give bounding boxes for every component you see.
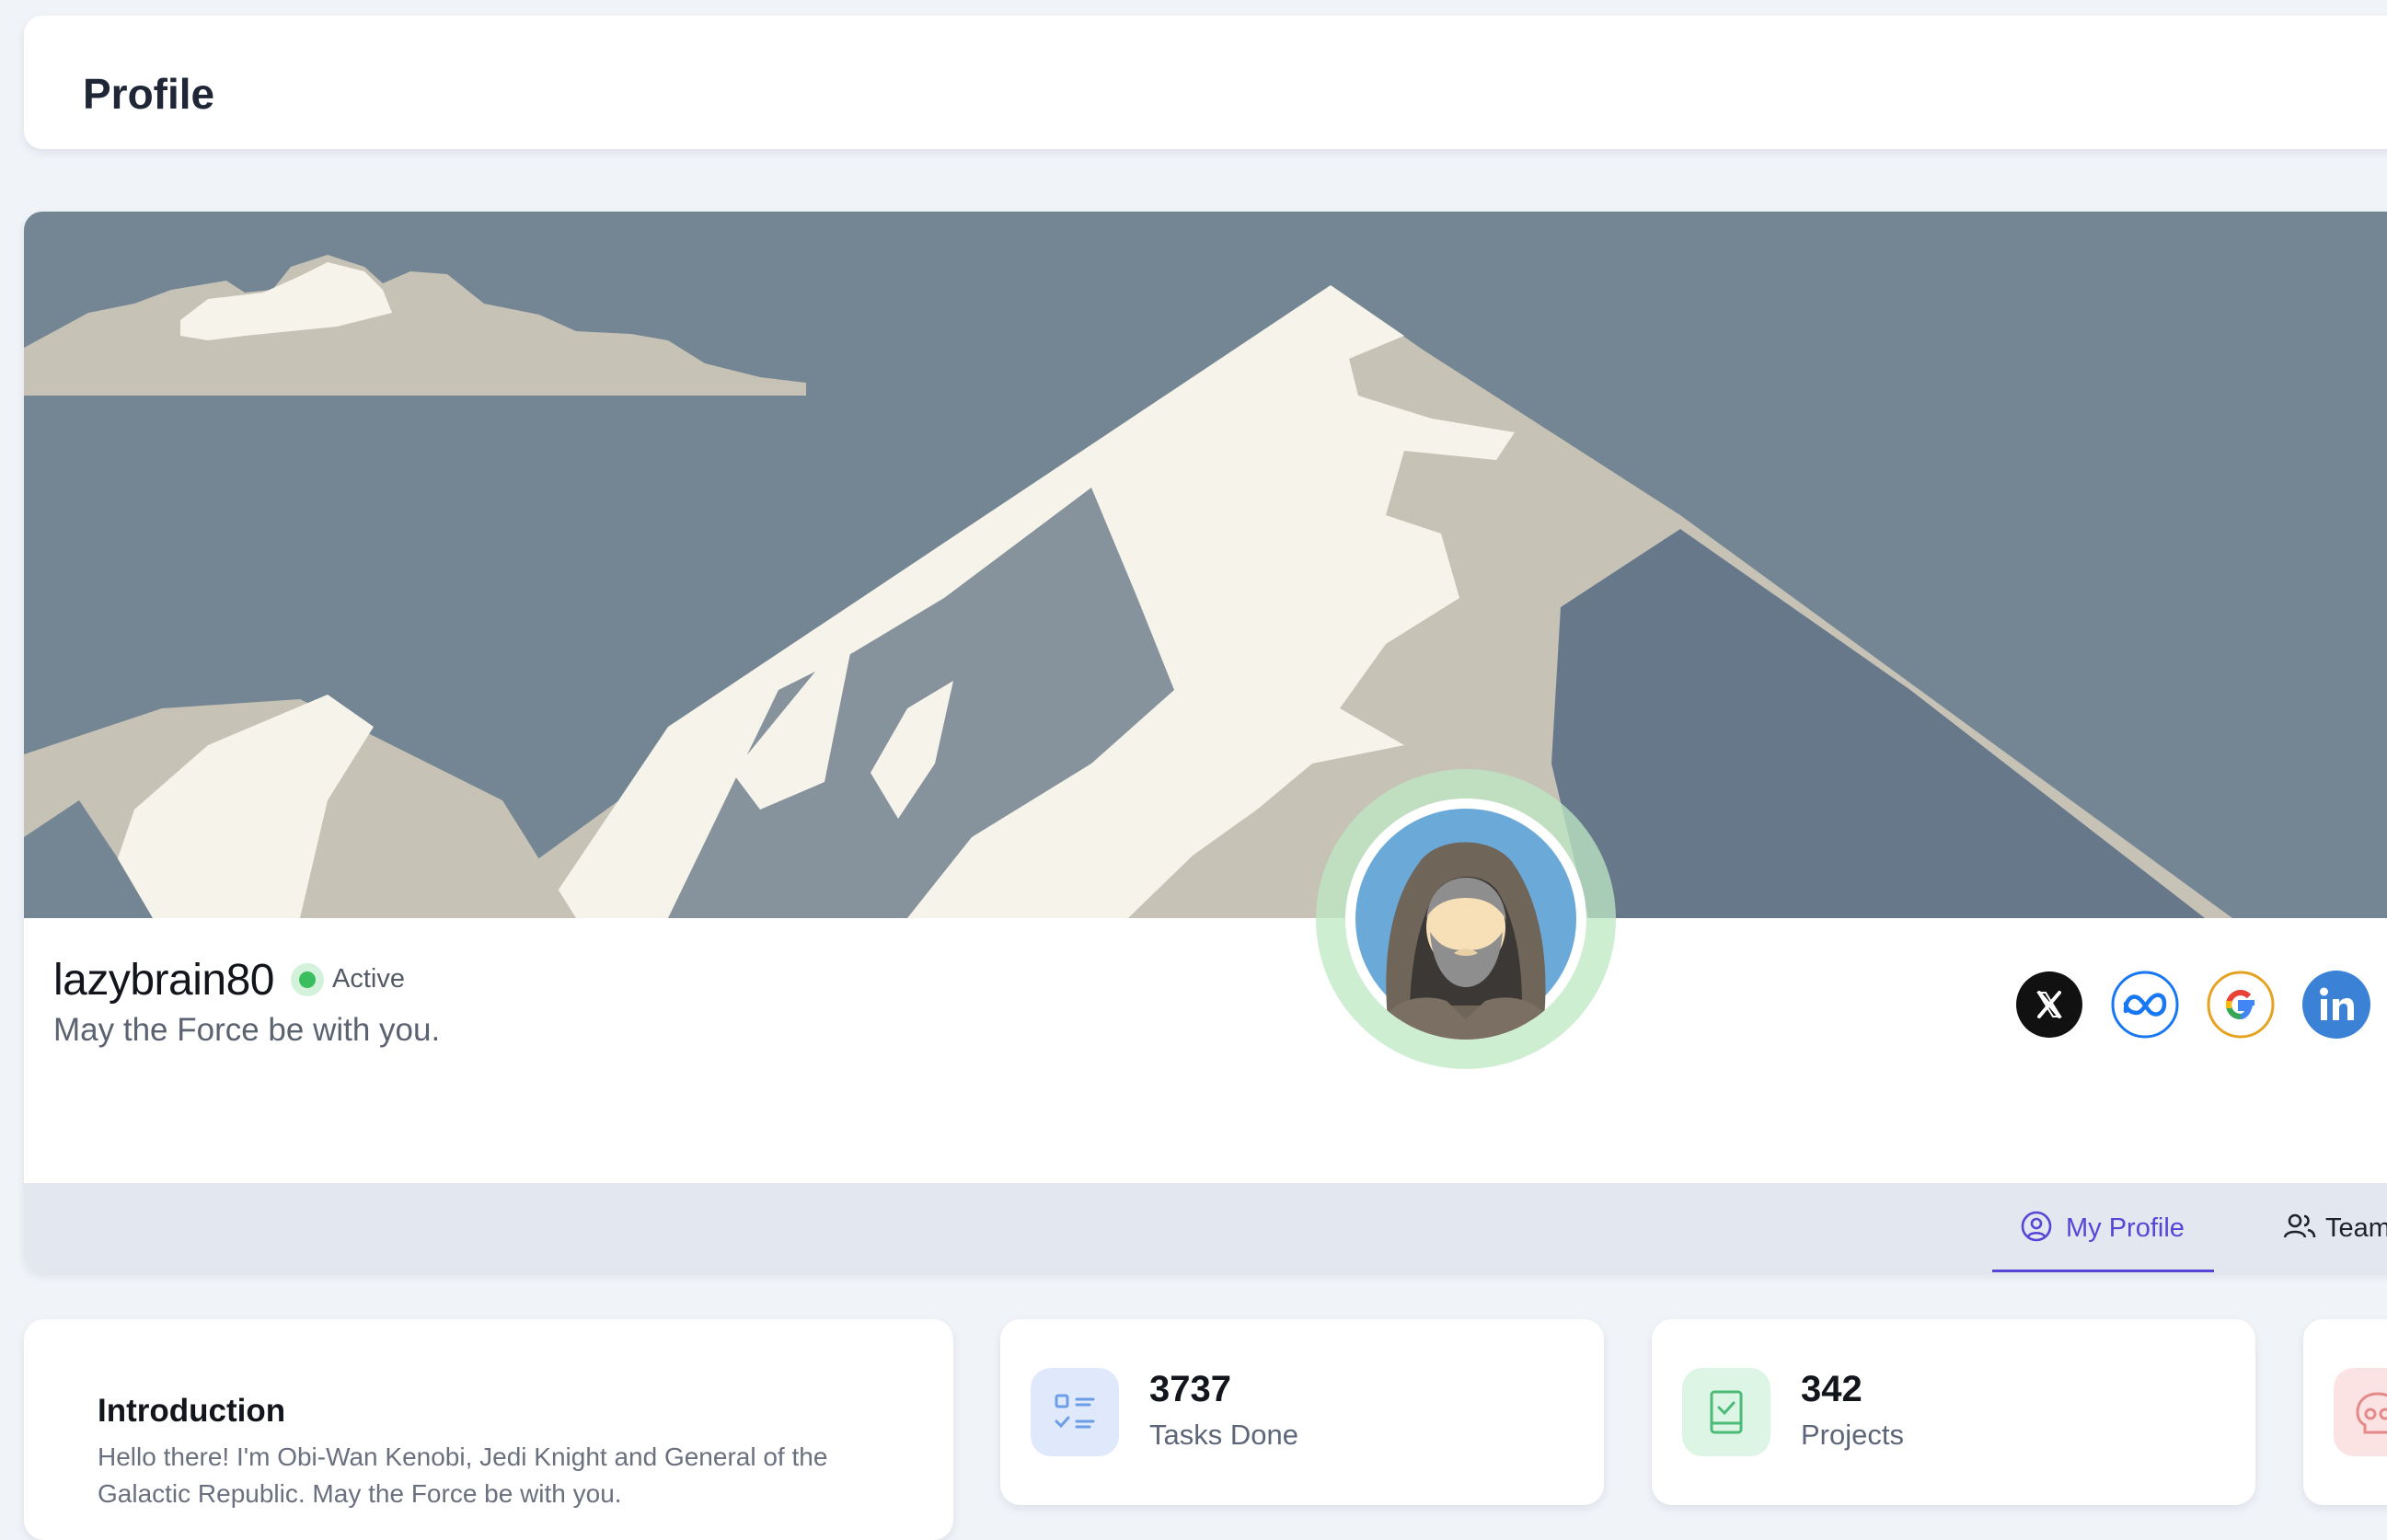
stat-card-projects: 342 Projects	[1652, 1319, 2255, 1505]
checklist-icon	[1031, 1368, 1119, 1456]
tab-my-profile[interactable]: My Profile	[1992, 1183, 2214, 1272]
status-indicator	[291, 963, 324, 996]
google-icon[interactable]	[2207, 971, 2275, 1039]
profile-bio: May the Force be with you.	[53, 1012, 441, 1048]
stat-card-third	[2303, 1319, 2387, 1505]
tab-teams-label: Teams	[2325, 1213, 2387, 1243]
tab-teams[interactable]: Teams	[2260, 1183, 2387, 1272]
meta-icon[interactable]	[2111, 971, 2179, 1039]
stat-card-tasks: 3737 Tasks Done	[1000, 1319, 1604, 1505]
projects-value: 342	[1801, 1369, 1862, 1409]
introduction-text: Hello there! I'm Obi-Wan Kenobi, Jedi Kn…	[98, 1442, 828, 1508]
avatar[interactable]	[1345, 799, 1586, 1040]
clipboard-check-icon	[1682, 1368, 1770, 1456]
active-tab-indicator	[1992, 1270, 2214, 1272]
cover-image	[24, 212, 2387, 918]
introduction-card: Introduction Hello there! I'm Obi-Wan Ke…	[24, 1319, 953, 1540]
linkedin-icon[interactable]	[2302, 971, 2370, 1039]
page-title: Profile	[83, 70, 215, 118]
profile-card: lazybrain80 Active May the Force be with…	[24, 212, 2387, 1272]
tab-my-profile-label: My Profile	[2066, 1213, 2185, 1243]
tasks-done-label: Tasks Done	[1149, 1419, 1298, 1451]
users-icon	[2283, 1213, 2316, 1238]
tasks-done-value: 3737	[1149, 1369, 1231, 1409]
status-text: Active	[332, 964, 405, 994]
profile-tabbar: My Profile Teams	[24, 1183, 2387, 1272]
username: lazybrain80	[53, 956, 274, 1005]
introduction-title: Introduction	[98, 1393, 286, 1429]
page-header: Profile	[24, 16, 2387, 149]
skull-icon	[2334, 1368, 2387, 1456]
user-circle-icon	[2021, 1211, 2052, 1242]
x-icon[interactable]	[2015, 971, 2083, 1039]
projects-label: Projects	[1801, 1419, 1904, 1451]
